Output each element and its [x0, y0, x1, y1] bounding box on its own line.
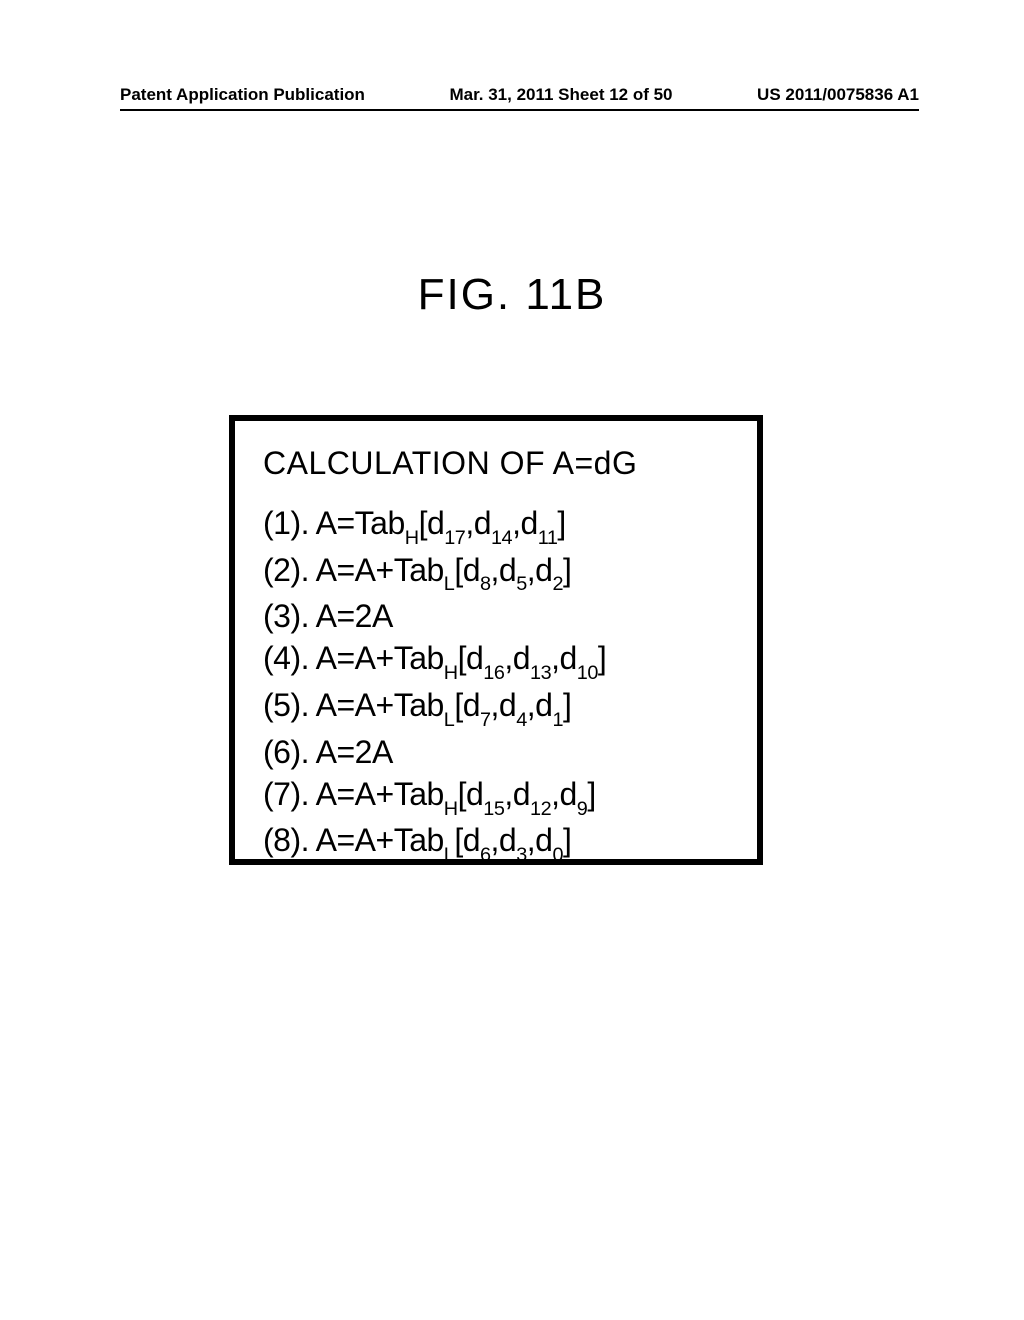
algorithm-step: (2). A=A+TabL[d8,d5,d2] — [263, 549, 735, 596]
header-right: US 2011/0075836 A1 — [757, 85, 919, 105]
header-middle: Mar. 31, 2011 Sheet 12 of 50 — [449, 85, 672, 105]
figure-label: FIG. 11B — [0, 270, 1024, 320]
algorithm-steps: (1). A=TabH[d17,d14,d11](2). A=A+TabL[d8… — [263, 502, 735, 866]
algorithm-step: (7). A=A+TabH[d15,d12,d9] — [263, 773, 735, 820]
algorithm-step: (3). A=2A — [263, 595, 735, 637]
algorithm-step: (6). A=2A — [263, 731, 735, 773]
algorithm-title: CALCULATION OF A=dG — [263, 445, 735, 482]
header-left: Patent Application Publication — [120, 85, 365, 105]
algorithm-box: CALCULATION OF A=dG (1). A=TabH[d17,d14,… — [229, 415, 763, 865]
algorithm-step: (5). A=A+TabL[d7,d4,d1] — [263, 684, 735, 731]
algorithm-step: (8). A=A+TabL[d6,d3,d0] — [263, 819, 735, 866]
algorithm-step: (1). A=TabH[d17,d14,d11] — [263, 502, 735, 549]
algorithm-step: (4). A=A+TabH[d16,d13,d10] — [263, 637, 735, 684]
page-header: Patent Application Publication Mar. 31, … — [120, 85, 919, 111]
